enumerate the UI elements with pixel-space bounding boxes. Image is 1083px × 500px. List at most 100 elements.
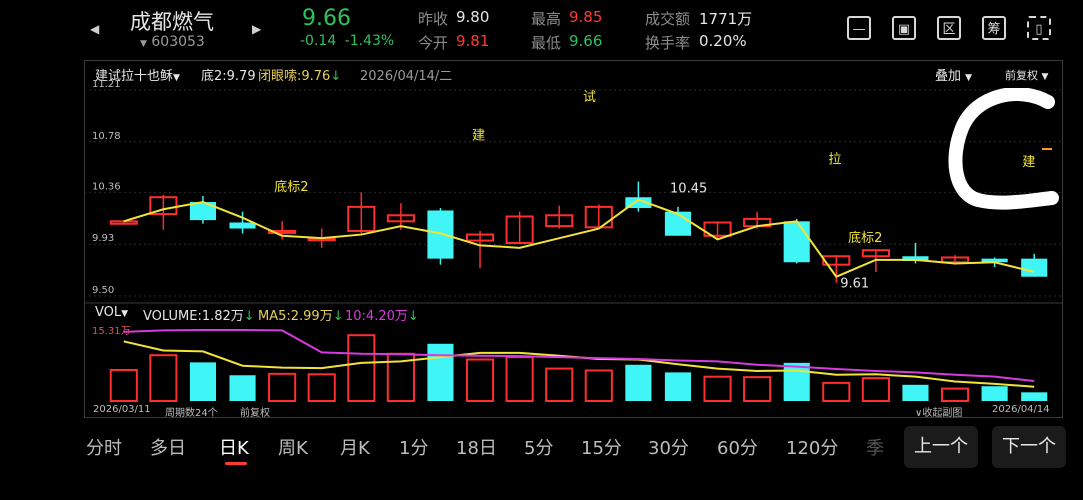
collapse-label: 收起副图 xyxy=(922,408,963,419)
y-tick-label: 9.93 xyxy=(92,233,114,244)
turnover-amount-label: 成交额 xyxy=(645,10,691,28)
volume-bar xyxy=(861,377,890,403)
stock-code-dropdown[interactable]: ▼ 603053 xyxy=(140,34,205,50)
volume-bar xyxy=(229,375,256,401)
candle-body xyxy=(427,210,454,259)
period-tab[interactable]: 多日 xyxy=(150,434,186,460)
chart-annotation: 10.45 xyxy=(670,181,707,196)
vol-value-text: VOLUME:1.82万 xyxy=(143,309,244,324)
prev-close-label: 昨收 xyxy=(418,10,449,28)
candle-body xyxy=(1021,258,1048,277)
period-tab[interactable]: 月K xyxy=(340,434,370,460)
high-label: 最高 xyxy=(531,10,562,28)
y-tick-label: 10.36 xyxy=(92,181,121,192)
period-tab[interactable]: 季 xyxy=(866,434,884,460)
volume-bar xyxy=(981,386,1008,401)
chart-annotation: 9.61 xyxy=(840,277,869,292)
period-tab[interactable]: 18日 xyxy=(456,434,497,460)
back-arrow-icon[interactable]: ◀ xyxy=(90,22,99,36)
volume-bar xyxy=(783,362,810,401)
period-tab[interactable]: 60分 xyxy=(717,434,758,460)
stock-name: 成都燃气 xyxy=(130,10,214,34)
ma5-line xyxy=(123,340,1035,388)
indicator-line xyxy=(123,198,1035,278)
down-arrow-icon: ↓ xyxy=(332,309,344,324)
chart-annotation: 建 xyxy=(472,128,485,143)
price-change: -0.14 -1.43% xyxy=(300,33,394,49)
ma10-text: 10:4.20万 xyxy=(345,309,408,324)
volume-bar xyxy=(149,354,178,402)
turnover-rate-label: 换手率 xyxy=(645,34,691,52)
turnover-rate-value: 0.20% xyxy=(699,32,747,50)
start-date: 2026/03/11 xyxy=(93,404,151,415)
low-label: 最低 xyxy=(531,34,562,52)
chevron-down-icon: ▼ xyxy=(140,39,147,49)
candle-body xyxy=(783,221,810,263)
volume-bar xyxy=(703,375,732,402)
high-value: 9.85 xyxy=(569,8,603,26)
caret-down-icon: ▼ xyxy=(121,309,129,319)
period-tab[interactable]: 1分 xyxy=(399,434,428,460)
down-arrow-icon: ↓ xyxy=(243,309,255,324)
chart-annotation: 试 xyxy=(583,90,596,105)
volume-bar xyxy=(664,372,692,401)
image-icon[interactable]: ▣ xyxy=(892,16,916,40)
forward-arrow-icon[interactable]: ▶ xyxy=(252,22,261,36)
chart-annotation: 底标2 xyxy=(274,179,308,195)
period-tab[interactable]: 5分 xyxy=(524,434,553,460)
y-tick-label: 10.78 xyxy=(92,131,121,142)
volume-bar xyxy=(584,369,613,403)
prev-close-value: 9.80 xyxy=(456,8,490,26)
vol-name: VOL xyxy=(95,305,122,320)
stock-code: 603053 xyxy=(151,34,205,50)
ma10-value: 10:4.20万↓ xyxy=(345,305,419,324)
volume-bar xyxy=(545,367,574,403)
volume-bar xyxy=(940,387,970,403)
ma10-line xyxy=(123,328,1035,382)
device-switch-icon[interactable]: ▯ xyxy=(1027,16,1051,40)
down-arrow-icon: ↓ xyxy=(407,309,419,324)
next-stock-button[interactable]: 下一个 xyxy=(992,426,1066,468)
change-percent: -1.43% xyxy=(344,33,395,49)
open-label: 今开 xyxy=(418,34,449,52)
volume-bar xyxy=(347,334,376,402)
turnover-amount-value: 1771万 xyxy=(699,10,753,28)
chart-annotation: 拉 xyxy=(828,152,841,167)
volume-bar xyxy=(902,384,929,401)
active-tab-indicator xyxy=(225,462,247,465)
volume-bar xyxy=(307,373,336,402)
ma5-text: MA5:2.99万 xyxy=(258,309,333,324)
volume-bar xyxy=(822,381,851,403)
kline-svg: 11.2110.7810.369.939.5015.31万 试建底标2 10.45… xyxy=(84,79,1063,403)
vol-dropdown[interactable]: VOL▼ xyxy=(95,305,128,320)
chart-annotation: 底标2 xyxy=(848,230,882,246)
volume-bar xyxy=(268,372,297,402)
volume-bar xyxy=(743,376,772,402)
period-tab[interactable]: 日K xyxy=(219,434,249,465)
zone-icon[interactable]: 区 xyxy=(937,16,961,40)
period-tab[interactable]: 周K xyxy=(278,434,308,460)
volume-bar xyxy=(505,356,534,402)
prev-stock-button[interactable]: 上一个 xyxy=(904,426,978,468)
open-value: 9.81 xyxy=(456,32,490,50)
end-date: 2026/04/14 xyxy=(992,404,1050,415)
volume-bar xyxy=(109,369,138,402)
bottom-adjust-label: 前复权 xyxy=(240,408,270,419)
volume-bar xyxy=(625,364,652,401)
volume-bar xyxy=(427,343,454,401)
collapse-subchart-button[interactable]: ∨收起副图 xyxy=(915,404,962,419)
handwritten-stroke xyxy=(948,88,1059,210)
y-tick-label: 9.50 xyxy=(92,285,114,296)
period-tab[interactable]: 30分 xyxy=(648,434,689,460)
candle-body xyxy=(664,211,692,236)
current-price: 9.66 xyxy=(302,6,351,31)
ma5-value: MA5:2.99万↓ xyxy=(258,305,344,324)
period-tab[interactable]: 120分 xyxy=(786,434,838,460)
chip-icon[interactable]: 筹 xyxy=(982,16,1006,40)
minus-box-icon[interactable]: — xyxy=(847,16,871,40)
y-tick-label: 11.21 xyxy=(92,79,121,90)
volume-bar xyxy=(465,358,495,402)
low-value: 9.66 xyxy=(569,32,603,50)
period-tab[interactable]: 分时 xyxy=(86,434,122,460)
period-tab[interactable]: 15分 xyxy=(581,434,622,460)
